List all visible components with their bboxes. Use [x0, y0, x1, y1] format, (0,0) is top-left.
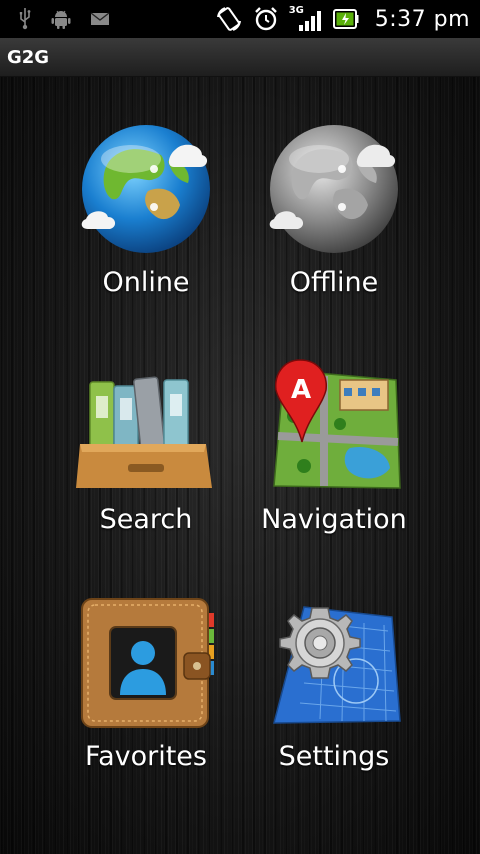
clock: 5:37 pm	[374, 6, 470, 32]
navigation-label: Navigation	[261, 504, 407, 535]
address-book-icon	[81, 598, 214, 728]
rotate-icon	[216, 7, 241, 31]
app-screen: 3G 5:37 pm G2G Online Offline Search A N…	[0, 0, 480, 854]
main-menu-grid: Online Offline Search A Navigation Favor…	[0, 77, 480, 854]
svg-text:A: A	[291, 375, 311, 405]
alarm-icon	[254, 7, 277, 31]
android-icon	[51, 10, 71, 29]
gear-blueprint-icon	[273, 606, 401, 724]
mail-icon	[90, 12, 110, 25]
battery-icon	[332, 9, 359, 29]
usb-icon	[19, 8, 31, 30]
title-bar: G2G	[0, 38, 480, 77]
settings-label: Settings	[278, 741, 390, 772]
signal-icon	[298, 11, 321, 31]
settings-button[interactable]: Settings	[214, 551, 454, 788]
globe-gray-icon	[269, 125, 398, 253]
offline-button[interactable]: Offline	[214, 77, 454, 314]
binders-tray-icon	[76, 376, 212, 488]
globe-color-icon	[81, 125, 210, 253]
status-bar: 3G 5:37 pm	[0, 0, 480, 38]
navigation-button[interactable]: A Navigation	[214, 314, 454, 551]
signal-indicator: 3G	[289, 5, 323, 33]
app-title: G2G	[7, 47, 50, 68]
offline-label: Offline	[289, 267, 379, 298]
map-pin-icon: A	[273, 359, 401, 489]
